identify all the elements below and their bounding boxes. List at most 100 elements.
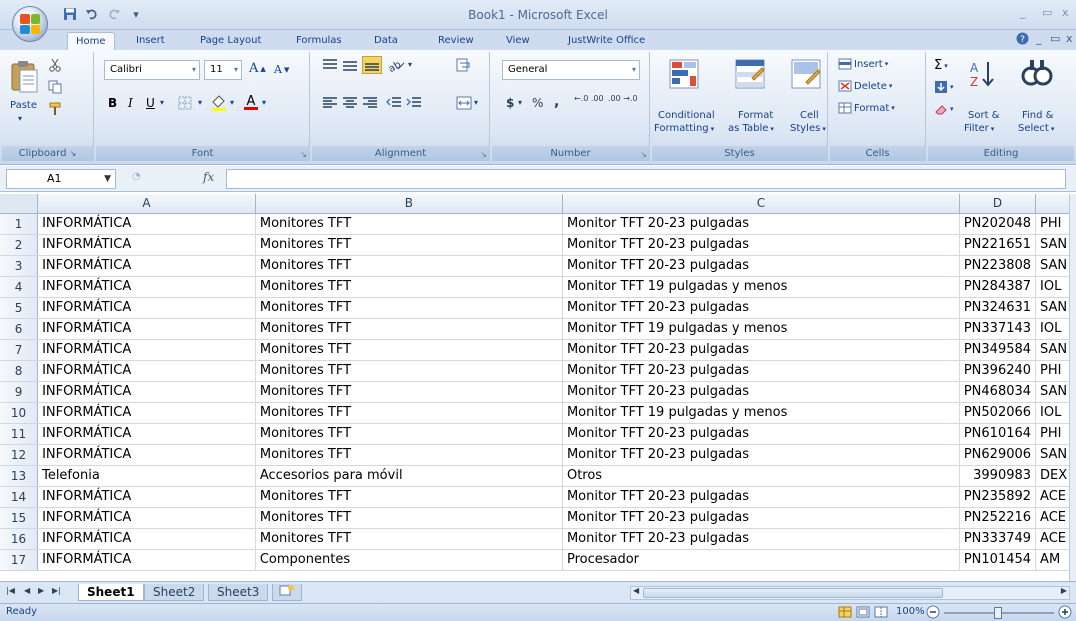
office-button[interactable] [12,6,48,42]
alignment-launcher-icon[interactable]: ↘ [480,150,487,159]
fill-color-icon[interactable] [210,94,228,112]
conditional-label[interactable]: Conditional [658,110,715,121]
sort-filter-button[interactable]: Filter ▾ [964,123,994,134]
clear-icon[interactable]: ▾ [934,102,954,116]
row-header[interactable]: 13 [0,465,39,487]
tab-insert[interactable]: Insert [128,32,173,50]
cell-d[interactable]: 3990983 [959,465,1037,487]
row-header[interactable]: 6 [0,318,39,340]
cell-c[interactable]: Monitor TFT 20-23 pulgadas [562,528,960,550]
decrease-indent-icon[interactable] [386,96,402,110]
cell-a[interactable]: INFORMÁTICA [37,402,256,424]
cell-c[interactable]: Monitor TFT 19 pulgadas y menos [562,402,960,424]
row-header[interactable]: 17 [0,549,39,571]
tab-justwrite-office[interactable]: JustWrite Office [560,32,653,50]
align-middle-icon[interactable] [342,58,358,72]
sheet-tab-sheet3[interactable]: Sheet3 [208,584,269,601]
number-launcher-icon[interactable]: ↘ [640,150,647,159]
cell-a[interactable]: INFORMÁTICA [37,339,256,361]
cell-c[interactable]: Monitor TFT 20-23 pulgadas [562,381,960,403]
cell-d[interactable]: PN101454 [959,549,1037,571]
align-right-icon[interactable] [362,96,378,110]
sheet-tab-sheet1[interactable]: Sheet1 [78,584,144,601]
font-launcher-icon[interactable]: ↘ [300,150,307,159]
cell-a[interactable]: INFORMÁTICA [37,507,256,529]
cell-b[interactable]: Monitores TFT [255,297,563,319]
cell-a[interactable]: INFORMÁTICA [37,234,256,256]
merge-center-icon[interactable] [456,96,472,110]
paste-icon[interactable] [10,60,42,93]
underline-dropdown-icon[interactable]: ▾ [160,98,164,107]
minimize-button[interactable]: _ [1020,6,1026,19]
cell-c[interactable]: Monitor TFT 20-23 pulgadas [562,297,960,319]
cell-d[interactable]: PN610164 [959,423,1037,445]
horizontal-scroll-thumb[interactable] [643,588,943,598]
font-color-dropdown-icon[interactable]: ▾ [262,98,266,107]
cell-c[interactable]: Monitor TFT 20-23 pulgadas [562,423,960,445]
row-header[interactable]: 14 [0,486,39,508]
row-header[interactable]: 7 [0,339,39,361]
cell-d[interactable]: PN284387 [959,276,1037,298]
cell-a[interactable]: Telefonia [37,465,256,487]
number-format-combo[interactable]: General ▾ [502,60,640,80]
column-header-d[interactable]: D [959,194,1037,214]
insert-function-button[interactable]: fx [203,170,214,184]
cell-b[interactable]: Monitores TFT [255,318,563,340]
cell-c[interactable]: Monitor TFT 19 pulgadas y menos [562,318,960,340]
row-header[interactable]: 11 [0,423,39,445]
cell-a[interactable]: INFORMÁTICA [37,297,256,319]
tab-review[interactable]: Review [430,32,482,50]
tab-home[interactable]: Home [67,32,115,50]
orientation-icon[interactable]: ab [386,58,406,72]
cell-b[interactable]: Monitores TFT [255,381,563,403]
zoom-in-icon[interactable] [1058,605,1072,621]
sort-filter-icon[interactable]: AZ [968,58,1000,90]
cell-a[interactable]: INFORMÁTICA [37,381,256,403]
select-all-corner[interactable] [0,194,39,214]
page-layout-view-icon[interactable] [856,606,870,621]
cell-d[interactable]: PN337143 [959,318,1037,340]
cell-b[interactable]: Monitores TFT [255,276,563,298]
zoom-level[interactable]: 100% [896,606,925,617]
autosum-icon[interactable]: Σ ▾ [934,58,948,73]
cell-styles-icon[interactable] [790,58,822,90]
cell-b[interactable]: Monitores TFT [255,528,563,550]
restore-button[interactable]: ▭ [1042,6,1052,19]
tab-page-layout[interactable]: Page Layout [192,32,269,50]
shrink-font-button[interactable]: A ▼ [274,63,289,76]
name-box[interactable]: A1 ▼ [6,169,116,189]
currency-button[interactable]: $ [506,96,514,110]
page-break-view-icon[interactable] [874,606,888,621]
percent-button[interactable]: % [532,96,543,110]
row-header[interactable]: 2 [0,234,39,256]
format-as-table-icon[interactable] [734,58,766,90]
format-as-table-button[interactable]: as Table ▾ [728,123,774,134]
cell-d[interactable]: PN333749 [959,528,1037,550]
underline-button[interactable]: U [146,96,155,110]
format-label[interactable]: Format [738,110,773,121]
row-header[interactable]: 4 [0,276,39,298]
cell-c[interactable]: Monitor TFT 19 pulgadas y menos [562,276,960,298]
align-top-icon[interactable] [322,58,338,72]
find-select-button[interactable]: Select ▾ [1018,123,1054,134]
font-size-combo[interactable]: 11 ▾ [204,60,242,80]
scroll-right-icon[interactable]: ▶ [1061,586,1067,595]
cell-d[interactable]: PN324631 [959,297,1037,319]
cell-d[interactable]: PN223808 [959,255,1037,277]
formula-bar-resize-icon[interactable]: ◔ [132,171,141,182]
borders-dropdown-icon[interactable]: ▾ [198,98,202,107]
cell-d[interactable]: PN252216 [959,507,1037,529]
first-sheet-icon[interactable]: |◀ [6,586,15,595]
row-header[interactable]: 9 [0,381,39,403]
cell-b[interactable]: Monitores TFT [255,423,563,445]
horizontal-scrollbar[interactable]: ◀ ▶ [630,586,1070,600]
clipboard-launcher-icon[interactable]: ↘ [70,149,77,158]
tab-view[interactable]: View [498,32,538,50]
row-header[interactable]: 10 [0,402,39,424]
cell-b[interactable]: Monitores TFT [255,444,563,466]
cell-styles-button[interactable]: Styles ▾ [790,123,826,134]
sheet-tab-sheet2[interactable]: Sheet2 [144,584,205,601]
fill-icon[interactable]: ▾ [934,80,954,94]
cell-b[interactable]: Monitores TFT [255,507,563,529]
cell-a[interactable]: INFORMÁTICA [37,528,256,550]
